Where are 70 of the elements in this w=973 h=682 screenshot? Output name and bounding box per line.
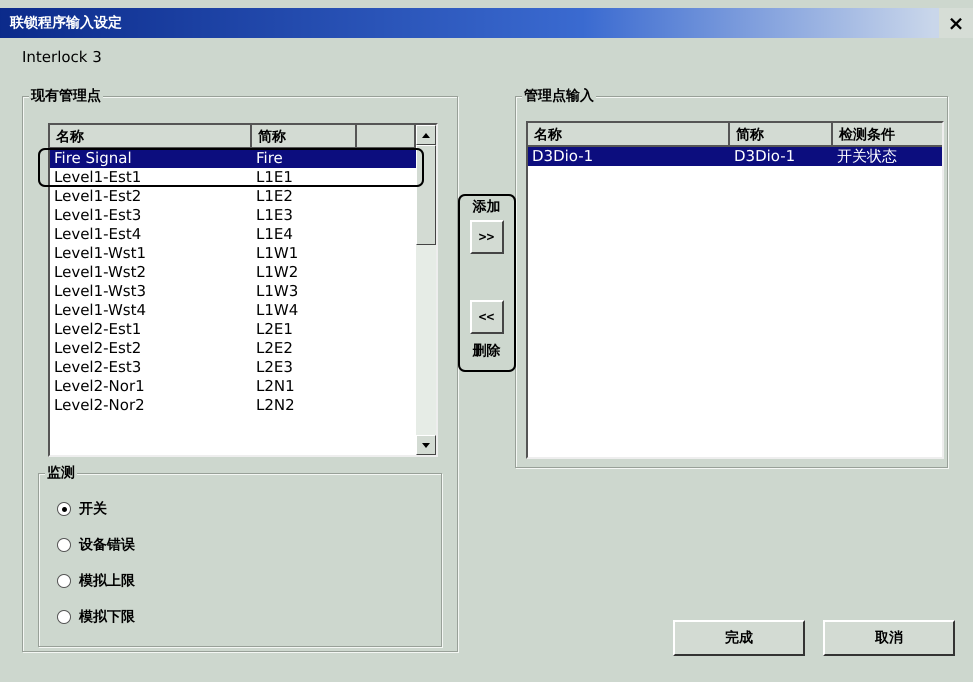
name-cell-text: Level1-Wst2 — [53, 263, 148, 282]
list-row[interactable]: Level1-Est3 L1E3 — [50, 206, 416, 225]
list-row[interactable]: Level2-Nor2 L2N2 — [50, 396, 416, 415]
radio-label: 设备错误 — [79, 536, 135, 554]
scroll-up-icon[interactable] — [416, 125, 436, 145]
list-row[interactable]: Level2-Est3 L2E3 — [50, 358, 416, 377]
short-name-cell-text: L1W1 — [255, 244, 300, 263]
radio-button[interactable] — [57, 574, 71, 588]
add-label: 添加 — [472, 198, 500, 216]
group-legend: 管理点输入 — [522, 87, 596, 105]
radio-label: 模拟下限 — [79, 608, 135, 626]
interlock-label: Interlock 3 — [22, 48, 103, 66]
name-cell-text: Level2-Nor2 — [53, 396, 146, 415]
short-name-cell-text: L2N2 — [255, 396, 296, 415]
list-row[interactable]: D3Dio-1 D3Dio-1 开关状态 — [528, 147, 942, 166]
group-legend: 现有管理点 — [29, 87, 103, 105]
radio-label: 模拟上限 — [79, 572, 135, 590]
scrollbar[interactable] — [416, 125, 436, 455]
close-button[interactable]: × — [939, 8, 973, 38]
radio-button[interactable] — [57, 610, 71, 624]
condition-cell-text: 开关状态 — [836, 147, 898, 166]
list-row[interactable]: Level2-Est2 L2E2 — [50, 339, 416, 358]
dialog-button[interactable]: 取消 — [823, 620, 955, 656]
name-cell-text: Level2-Est1 — [53, 320, 142, 339]
name-cell-text: Level1-Wst1 — [53, 244, 148, 263]
list-row[interactable]: Level1-Wst3 L1W3 — [50, 282, 416, 301]
name-cell-text: Level1-Est4 — [53, 225, 142, 244]
name-cell-text: Level1-Wst4 — [53, 301, 148, 320]
remove-button[interactable]: << — [470, 300, 504, 334]
list-row[interactable]: Level2-Est1 L2E1 — [50, 320, 416, 339]
short-name-cell-text: L1W3 — [255, 282, 300, 301]
short-name-cell-text: Fire — [255, 149, 284, 168]
scroll-down-icon[interactable] — [416, 435, 436, 455]
window-title: 联锁程序输入设定 — [10, 14, 122, 32]
dialog-button[interactable]: 完成 — [673, 620, 805, 656]
list-row[interactable]: Level1-Est1 L1E1 — [50, 168, 416, 187]
remove-label: 删除 — [472, 342, 500, 360]
short-name-cell-text: L1W2 — [255, 263, 300, 282]
name-cell-text: Level1-Est2 — [53, 187, 142, 206]
short-name-cell-text: L2E1 — [255, 320, 294, 339]
name-cell-text: Level2-Nor1 — [53, 377, 146, 396]
group-legend: 监测 — [45, 464, 77, 482]
list-row[interactable]: Level1-Est4 L1E4 — [50, 225, 416, 244]
name-cell-text: Level2-Est2 — [53, 339, 142, 358]
name-cell-text: Level1-Est1 — [53, 168, 142, 187]
name-cell-text: Level1-Est3 — [53, 206, 142, 225]
list-row[interactable]: Level1-Wst2 L1W2 — [50, 263, 416, 282]
name-cell-text: Fire Signal — [53, 149, 133, 168]
name-cell-text: D3Dio-1 — [531, 147, 594, 166]
list-row[interactable]: Level1-Est2 L1E2 — [50, 187, 416, 206]
short-name-cell-text: L2E2 — [255, 339, 294, 358]
short-name-cell-text: L1E3 — [255, 206, 294, 225]
radio-button[interactable] — [57, 538, 71, 552]
list-row[interactable]: Level1-Wst4 L1W4 — [50, 301, 416, 320]
short-name-cell-text: L1E1 — [255, 168, 294, 187]
list-row[interactable]: Level1-Wst1 L1W1 — [50, 244, 416, 263]
add-button[interactable]: >> — [470, 220, 504, 254]
radio-button[interactable] — [57, 502, 71, 516]
name-cell-text: Level2-Est3 — [53, 358, 142, 377]
list-row[interactable]: Fire Signal Fire — [50, 149, 416, 168]
short-name-cell-text: L2E3 — [255, 358, 294, 377]
name-cell-text: Level1-Wst3 — [53, 282, 148, 301]
short-name-cell-text: L2N1 — [255, 377, 296, 396]
short-name-cell-text: L1E2 — [255, 187, 294, 206]
radio-label: 开关 — [79, 500, 107, 518]
scroll-thumb[interactable] — [416, 145, 436, 245]
short-name-cell-text: L1W4 — [255, 301, 300, 320]
list-row[interactable]: Level2-Nor1 L2N1 — [50, 377, 416, 396]
short-name-cell-text: D3Dio-1 — [733, 147, 796, 166]
short-name-cell-text: L1E4 — [255, 225, 294, 244]
